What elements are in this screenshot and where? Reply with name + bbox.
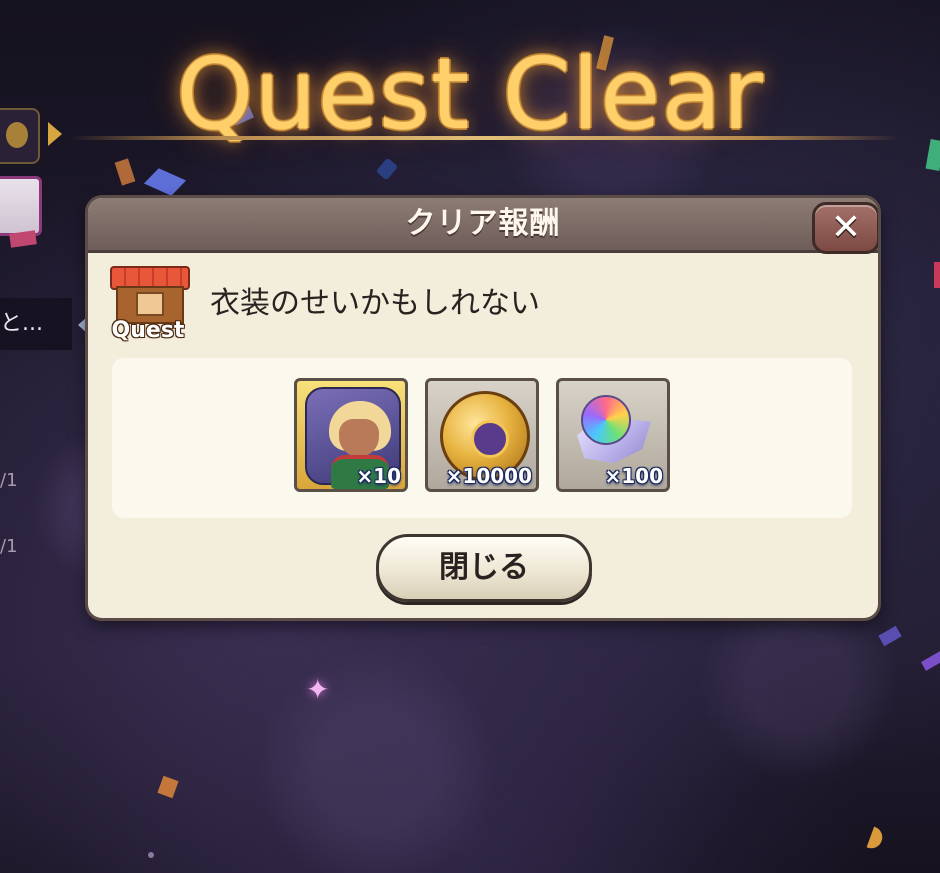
side-counter: /1: [0, 536, 18, 557]
confetti-piece: [934, 262, 940, 288]
close-icon: ✕: [830, 207, 862, 248]
sparkle-icon: ✦: [306, 673, 330, 706]
reward-dialog: クリア報酬 ✕ Quest 衣装のせいかもしれない ×10 ×10000 ×10…: [88, 198, 878, 618]
reward-item-character[interactable]: ×10: [294, 378, 408, 492]
quest-shop-icon: Quest: [108, 264, 190, 346]
dialog-title: クリア報酬: [405, 206, 561, 241]
quest-icon-box: [136, 292, 164, 316]
title-divider: [70, 136, 900, 140]
quest-name: 衣装のせいかもしれない: [210, 286, 540, 321]
quest-icon-label: Quest: [111, 318, 185, 343]
rainbow-orb-crystal-icon: [581, 395, 631, 445]
close-button-label: 閉じる: [439, 550, 529, 585]
collapse-arrow-icon[interactable]: [78, 316, 88, 334]
sparkle-dot: [148, 852, 154, 858]
reward-quantity: ×10: [356, 464, 401, 488]
rewards-panel: ×10 ×10000 ×100: [112, 358, 852, 518]
reward-item-coin[interactable]: ×10000: [425, 378, 539, 492]
reward-quantity: ×10000: [445, 464, 532, 488]
side-panel-button[interactable]: [0, 176, 42, 236]
close-x-button[interactable]: ✕: [812, 202, 878, 254]
side-tab-label[interactable]: と...: [0, 298, 72, 350]
side-counter: /1: [0, 470, 18, 491]
close-button[interactable]: 閉じる: [376, 534, 592, 602]
reward-quantity: ×100: [604, 464, 663, 488]
reward-item-orb[interactable]: ×100: [556, 378, 670, 492]
